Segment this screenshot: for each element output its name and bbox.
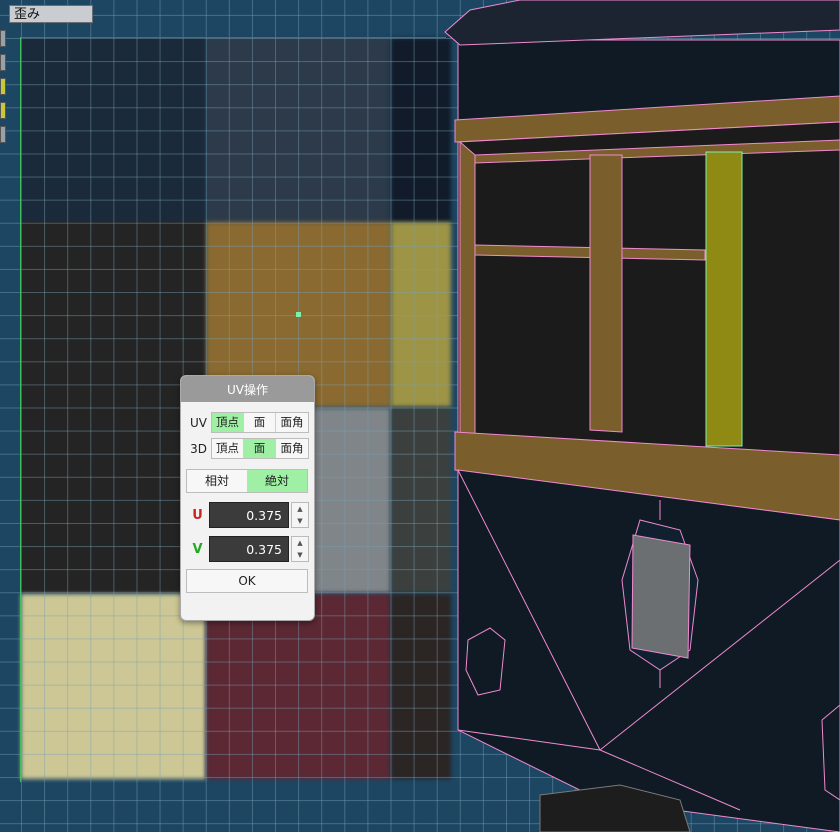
texture-region-dark-brown — [391, 594, 451, 779]
v-value-field[interactable]: 0.375 — [209, 536, 289, 562]
texture-region-dark-blue — [21, 38, 206, 223]
left-bracket — [465, 627, 506, 696]
absolute-option[interactable]: 絶対 — [247, 470, 307, 492]
model-body — [444, 0, 840, 832]
tool-swatch-2[interactable] — [0, 54, 6, 71]
v-increment-icon[interactable]: ▲ — [292, 537, 308, 549]
base-block — [539, 784, 691, 832]
uv-mode-selector: 頂点 面 面角 — [211, 412, 309, 433]
lamp-glass — [631, 534, 691, 659]
u-value-row: U 0.375 ▲ ▼ — [186, 501, 309, 529]
3d-vertex-option[interactable]: 頂点 — [212, 439, 244, 458]
u-value-field[interactable]: 0.375 — [209, 502, 289, 528]
3d-face-corner-option[interactable]: 面角 — [276, 439, 308, 458]
3d-mode-row: 3D 頂点 面 面角 — [186, 438, 309, 459]
texture-region-olive — [391, 222, 451, 407]
selected-face — [705, 151, 743, 447]
tool-swatch-3[interactable] — [0, 78, 6, 95]
u-increment-icon[interactable]: ▲ — [292, 503, 308, 515]
3d-face-option[interactable]: 面 — [244, 439, 276, 458]
uv-vertex-option[interactable]: 頂点 — [212, 413, 244, 432]
dialog-title[interactable]: UV操作 — [181, 376, 314, 402]
texture-region-maroon — [206, 594, 391, 779]
uv-operation-dialog: UV操作 UV 頂点 面 面角 3D 頂点 面 面角 相対 絶対 U 0.375… — [180, 375, 315, 621]
3d-mode-selector: 頂点 面 面角 — [211, 438, 309, 459]
v-spinner: ▲ ▼ — [291, 536, 309, 562]
v-value-row: V 0.375 ▲ ▼ — [186, 535, 309, 563]
distortion-toggle[interactable]: 歪み — [9, 5, 93, 23]
texture-region-slate — [206, 38, 391, 223]
tool-swatch-1[interactable] — [0, 30, 6, 47]
texture-region-black-left — [21, 222, 206, 594]
v-decrement-icon[interactable]: ▼ — [292, 549, 308, 561]
tool-swatch-5[interactable] — [0, 126, 6, 143]
uv-mode-label: UV — [190, 415, 207, 430]
uv-mode-row: UV 頂点 面 面角 — [186, 412, 309, 433]
ok-button[interactable]: OK — [186, 569, 308, 593]
tool-swatch-4[interactable] — [0, 102, 6, 119]
uv-face-corner-option[interactable]: 面角 — [276, 413, 308, 432]
u-decrement-icon[interactable]: ▼ — [292, 515, 308, 527]
uv-v-axis-line — [20, 37, 21, 782]
right-bracket — [821, 704, 840, 801]
lamp-housing — [621, 519, 699, 671]
uv-face-option[interactable]: 面 — [244, 413, 276, 432]
relative-option[interactable]: 相対 — [187, 470, 247, 492]
texture-region-cream — [21, 594, 206, 779]
u-label: U — [192, 507, 203, 523]
u-spinner: ▲ ▼ — [291, 502, 309, 528]
3d-mode-label: 3D — [190, 441, 207, 456]
texture-region-navy — [391, 38, 451, 223]
v-label: V — [192, 541, 203, 557]
texture-region-charcoal — [391, 408, 451, 593]
uv-u-axis-line — [21, 37, 446, 38]
relative-absolute-toggle: 相対 絶対 — [186, 469, 308, 493]
selected-uv-vertex[interactable] — [296, 312, 301, 317]
